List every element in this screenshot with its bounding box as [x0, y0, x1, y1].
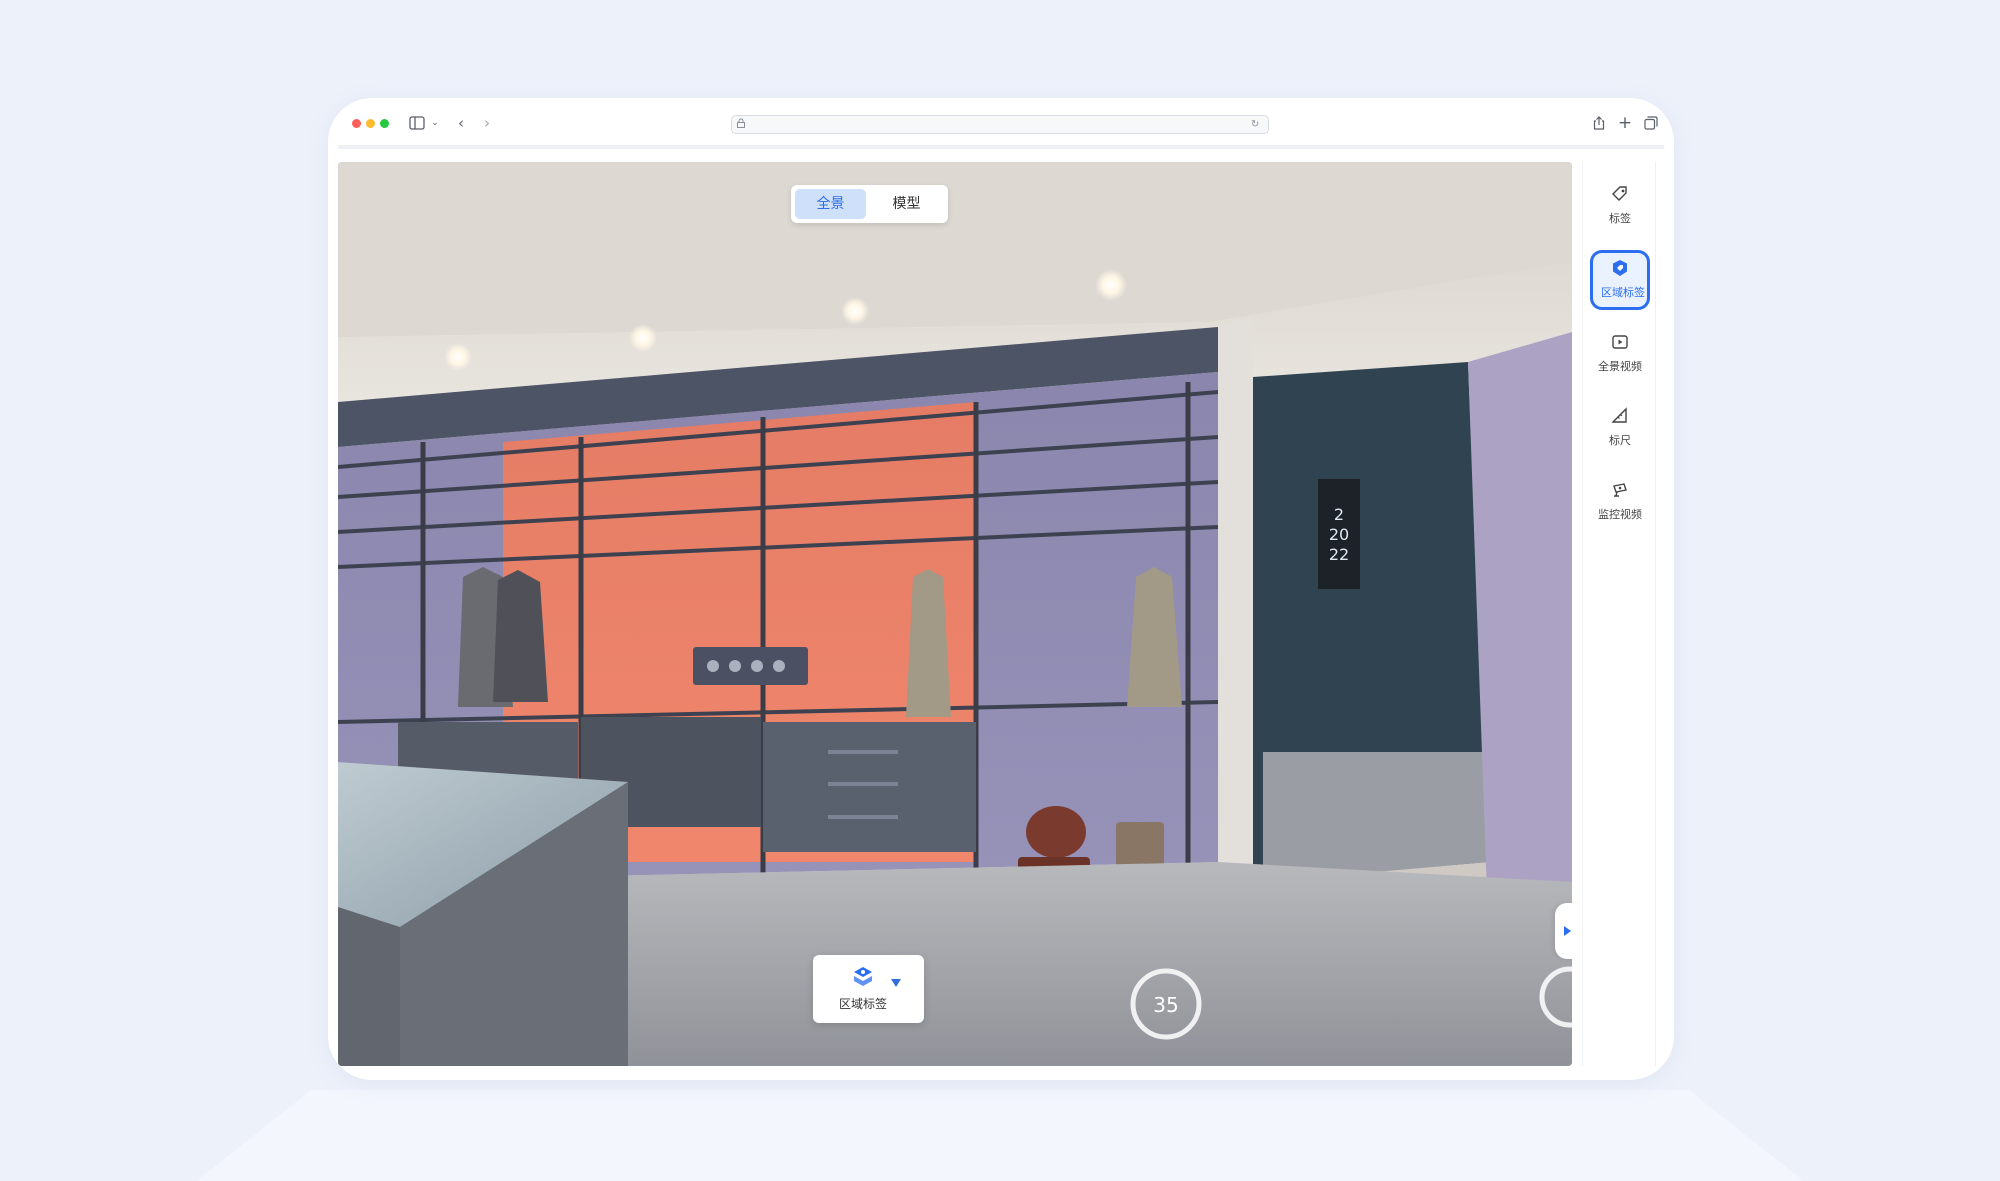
laptop-base [160, 1090, 1840, 1181]
zoom-window-button[interactable] [380, 119, 389, 128]
camera-icon [1613, 483, 1627, 497]
tool-ruler-label: 标尺 [1609, 434, 1631, 447]
toolbar-divider [338, 145, 1664, 149]
area-tag-icon [851, 965, 875, 989]
sign-text-line-3: 22 [1329, 545, 1349, 564]
lock-icon [736, 118, 750, 132]
ruler-icon [1611, 407, 1627, 423]
reload-icon[interactable]: ↻ [1251, 118, 1265, 132]
browser-toolbar: ⌄ ‹ › ↻ + [328, 98, 1674, 149]
sign-text-line-2: 20 [1329, 525, 1349, 544]
tool-area-tag-label: 区域标签 [1601, 286, 1645, 299]
sign-text-line-1: 2 [1334, 505, 1344, 524]
area-tag-icon [1613, 260, 1627, 276]
tag-icon [1612, 186, 1627, 201]
area-tag-popup[interactable]: 区域标签 [813, 955, 924, 1023]
tool-tag-label: 标签 [1609, 212, 1631, 225]
panel-collapse-toggle[interactable] [1555, 903, 1579, 959]
tool-ruler[interactable]: 标尺 [1590, 398, 1650, 458]
tool-panorama-video-label: 全景视频 [1598, 360, 1642, 373]
minimize-window-button[interactable] [366, 119, 375, 128]
tabs-overview-icon[interactable] [1640, 112, 1662, 134]
address-bar[interactable]: ↻ [731, 115, 1269, 134]
chevron-down-icon[interactable] [891, 979, 901, 987]
tool-area-tag[interactable]: 区域标签 [1590, 250, 1650, 310]
view-mode-switch: 全景 模型 [791, 185, 948, 223]
tab-panorama[interactable]: 全景 [795, 189, 866, 219]
tool-tag[interactable]: 标签 [1590, 176, 1650, 236]
tool-camera-label: 监控视频 [1598, 508, 1642, 521]
area-tag-popup-label: 区域标签 [838, 997, 887, 1011]
forward-icon[interactable]: › [476, 112, 498, 134]
tool-camera[interactable]: 监控视频 [1590, 472, 1650, 532]
new-tab-icon[interactable]: + [1614, 112, 1636, 134]
tool-panel: 标签 区域标签 全景视频 标尺 监控视频 [1582, 162, 1656, 1066]
panorama-video-icon [1612, 335, 1628, 349]
tool-panorama-video[interactable]: 全景视频 [1590, 324, 1650, 384]
panorama-viewer[interactable]: 2 20 22 35 全景 模型 区域标签 [338, 162, 1572, 1066]
close-window-button[interactable] [352, 119, 361, 128]
laptop-screen: ⌄ ‹ › ↻ + 2 20 22 35 全景 模型 区域标签 标签 区域标签 … [328, 98, 1674, 1080]
share-icon[interactable] [1588, 112, 1610, 134]
back-icon[interactable]: ‹ [450, 112, 472, 134]
floor-marker-text: 35 [1153, 993, 1178, 1017]
chevron-right-icon [1564, 926, 1571, 936]
panorama-scene: 2 20 22 35 [338, 162, 1572, 1066]
tab-model[interactable]: 模型 [871, 189, 942, 219]
chevron-down-icon[interactable]: ⌄ [424, 112, 446, 134]
